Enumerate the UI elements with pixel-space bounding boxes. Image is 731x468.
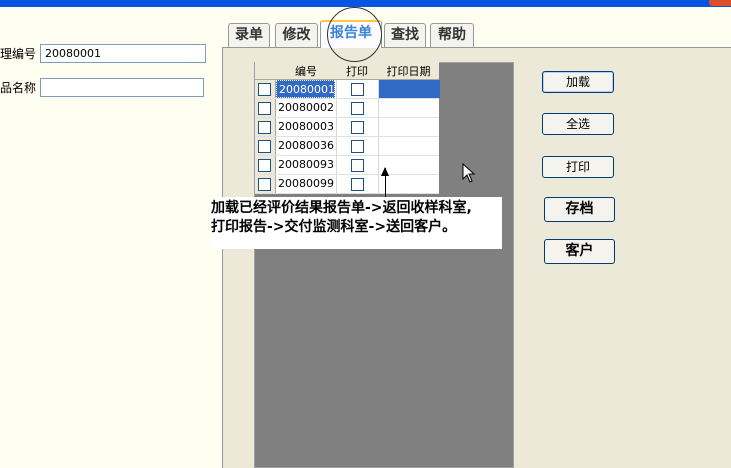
- table-row[interactable]: 20080002: [255, 99, 439, 118]
- row-print-checkbox[interactable]: [336, 80, 378, 98]
- tab-entry[interactable]: 录单: [228, 23, 270, 47]
- row-code: 20080002: [278, 101, 334, 114]
- column-header-code[interactable]: 编号: [276, 63, 336, 79]
- print-button[interactable]: 打印: [542, 156, 614, 178]
- row-code: 20080093: [278, 158, 334, 171]
- table-row[interactable]: 20080093: [255, 156, 439, 175]
- select-all-button[interactable]: 全选: [542, 113, 614, 135]
- row-select-checkbox[interactable]: [255, 137, 276, 155]
- id-field[interactable]: 20080001: [40, 44, 206, 63]
- row-select-checkbox[interactable]: [255, 175, 276, 193]
- column-header-print[interactable]: 打印: [336, 63, 378, 79]
- row-print-date: [378, 99, 440, 117]
- highlight-circle: [327, 7, 382, 62]
- customer-button[interactable]: 客户: [544, 239, 615, 264]
- annotation-arrow-head: [381, 167, 389, 176]
- row-code: 20080003: [278, 120, 334, 133]
- row-select-checkbox[interactable]: [255, 118, 276, 136]
- load-button[interactable]: 加载: [542, 71, 614, 93]
- tab-search[interactable]: 查找: [384, 23, 426, 47]
- row-print-checkbox[interactable]: [336, 118, 378, 136]
- column-header-print-date[interactable]: 打印日期: [378, 63, 439, 79]
- report-table: 编号 打印 打印日期 20080001 20080002 20080003 20…: [255, 62, 440, 194]
- row-print-date: [378, 175, 440, 193]
- tab-help[interactable]: 帮助: [430, 23, 474, 47]
- row-print-checkbox[interactable]: [336, 156, 378, 174]
- row-select-checkbox[interactable]: [255, 80, 276, 98]
- callout-line-2: 打印报告->交付监测科室->送回客户。: [211, 219, 457, 235]
- row-print-checkbox[interactable]: [336, 99, 378, 117]
- row-select-checkbox[interactable]: [255, 99, 276, 117]
- table-row[interactable]: 20080099: [255, 175, 439, 194]
- id-label: 理编号: [0, 47, 37, 61]
- table-row[interactable]: 20080036: [255, 137, 439, 156]
- row-print-date: [378, 137, 440, 155]
- tab-edit[interactable]: 修改: [275, 23, 318, 47]
- row-print-checkbox[interactable]: [336, 175, 378, 193]
- table-header: 编号 打印 打印日期: [255, 62, 439, 80]
- table-row[interactable]: 20080001: [255, 80, 440, 99]
- row-select-checkbox[interactable]: [255, 156, 276, 174]
- mouse-cursor-icon: [462, 163, 476, 183]
- name-label: 品名称: [0, 81, 37, 95]
- row-print-checkbox[interactable]: [336, 137, 378, 155]
- row-code: 20080099: [278, 177, 334, 190]
- callout-line-1: 加载已经评价结果报告单->返回收样科室,: [211, 200, 472, 216]
- row-print-date: [378, 118, 440, 136]
- annotation-callout: 加载已经评价结果报告单->返回收样科室, 打印报告->交付监测科室->送回客户。: [210, 197, 502, 249]
- close-button[interactable]: [709, 0, 731, 6]
- archive-button[interactable]: 存档: [544, 197, 615, 222]
- row-code: 20080036: [278, 139, 334, 152]
- table-row[interactable]: 20080003: [255, 118, 439, 137]
- window-title-bar: [0, 0, 731, 7]
- name-field[interactable]: [40, 78, 204, 97]
- row-code: 20080001: [276, 80, 335, 98]
- row-print-date: [378, 80, 440, 98]
